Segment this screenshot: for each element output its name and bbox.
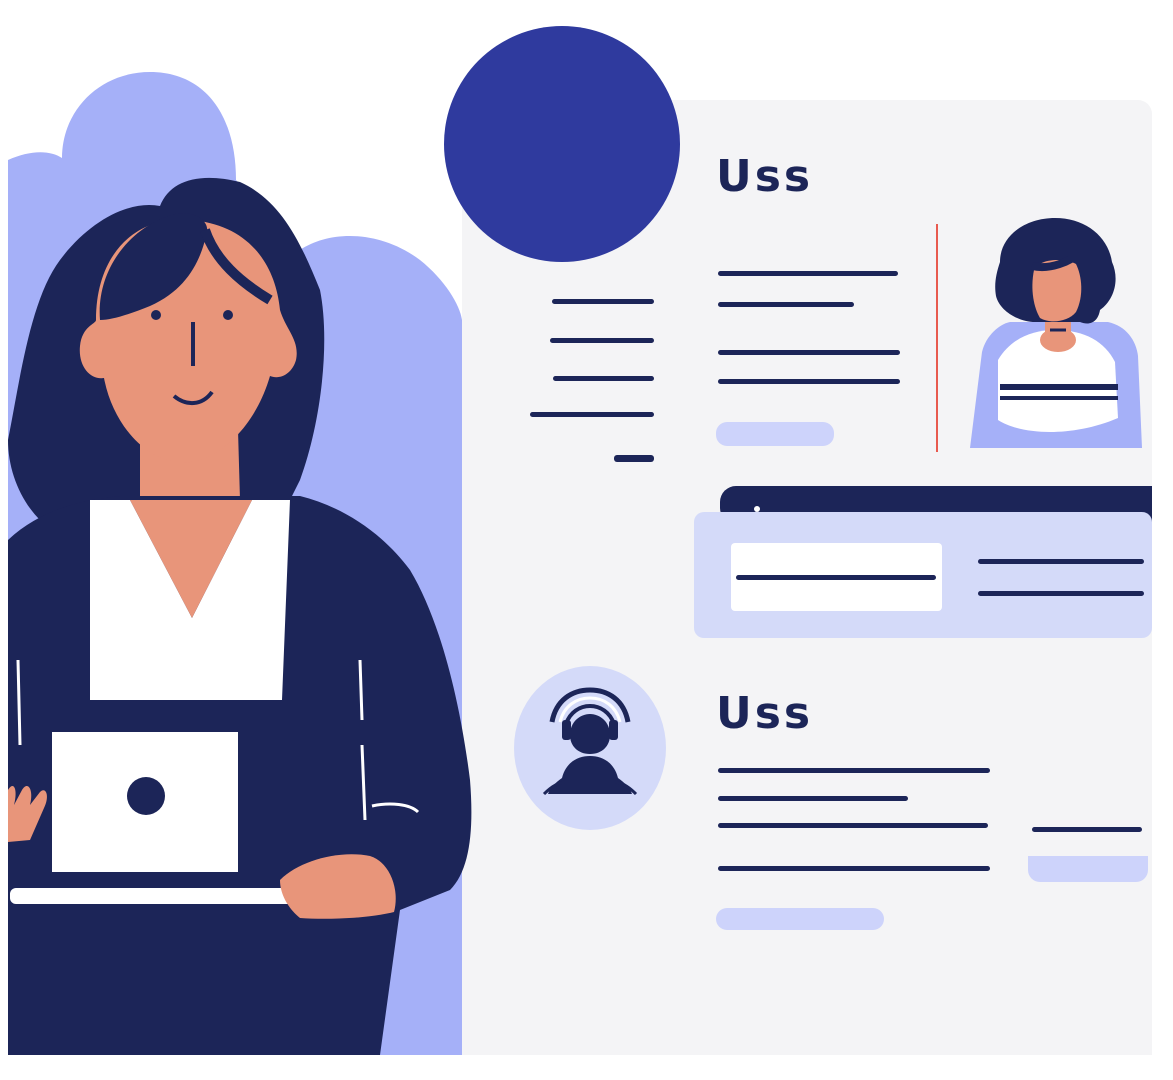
illustration: Uss Uss	[0, 0, 1173, 1080]
woman-figure	[8, 177, 472, 1055]
